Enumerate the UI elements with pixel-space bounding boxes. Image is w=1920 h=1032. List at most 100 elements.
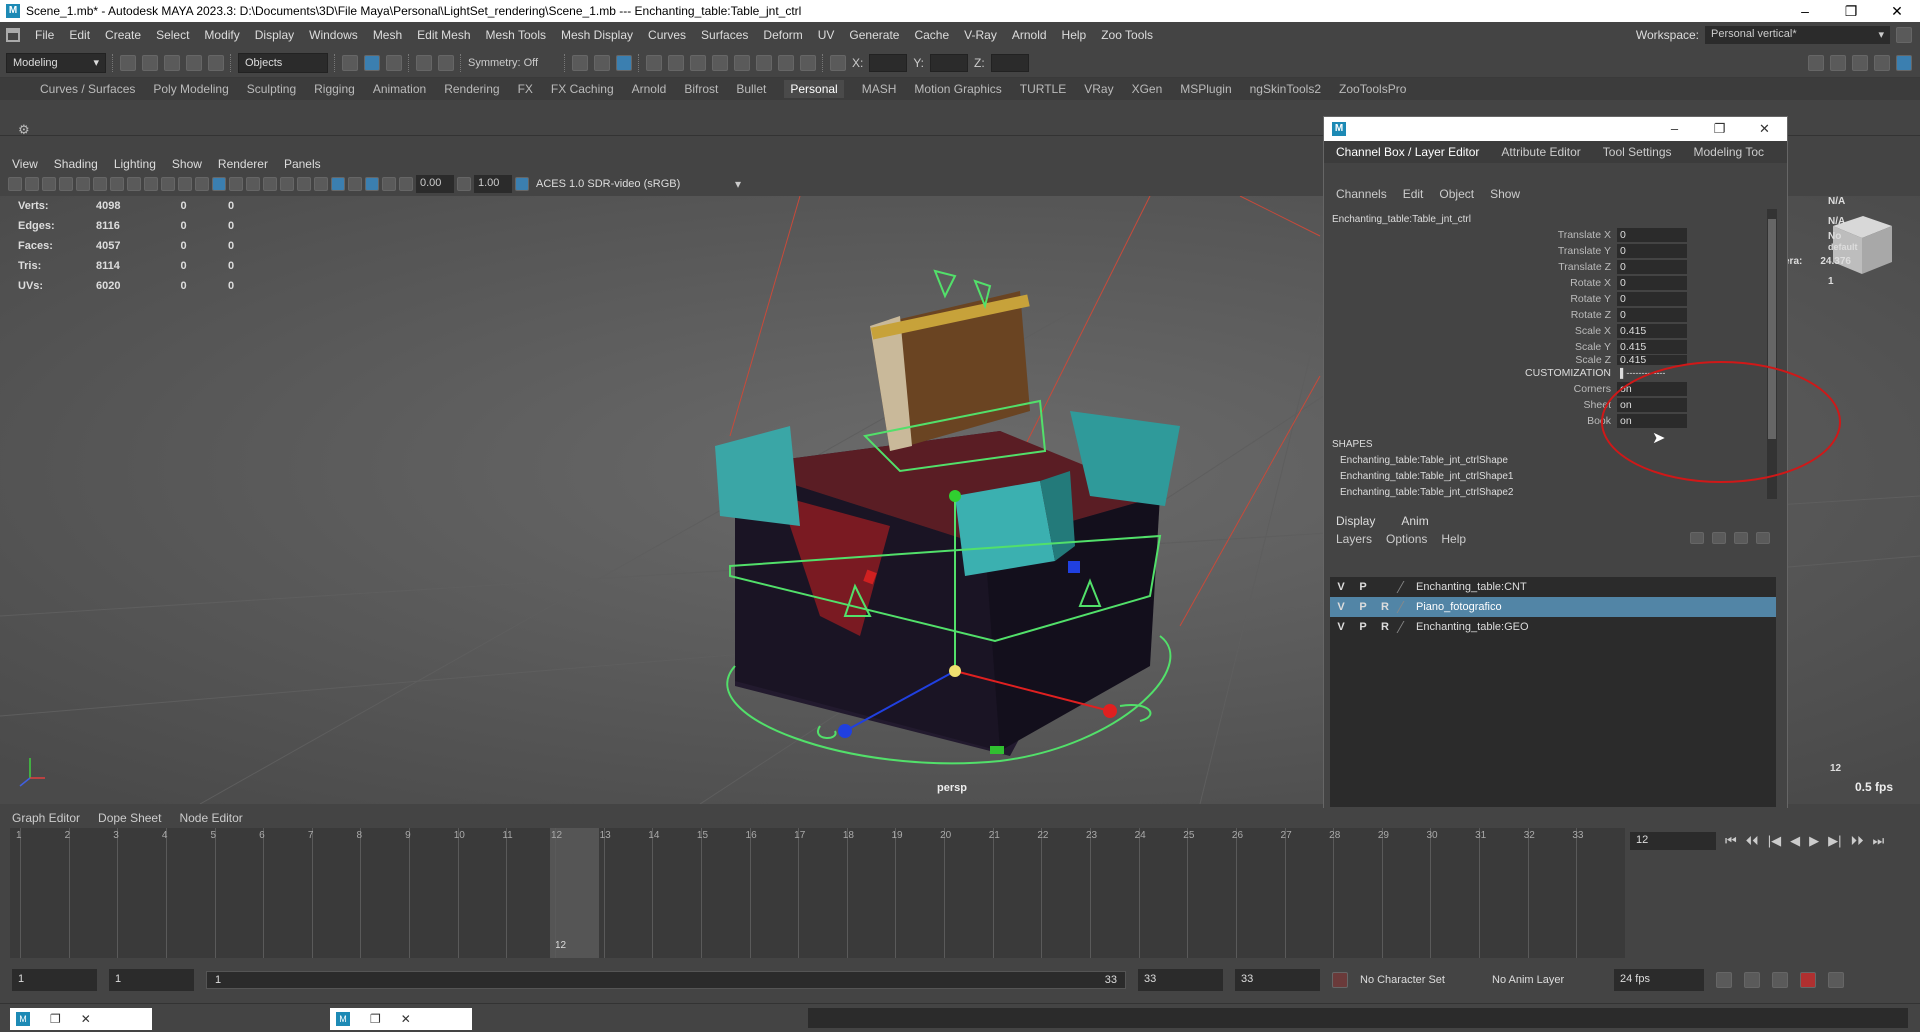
go-to-end-button[interactable]: ⏭ (1872, 833, 1884, 849)
motion-blur-icon[interactable] (314, 177, 328, 191)
shelf-tab-bifrost[interactable]: Bifrost (684, 82, 718, 96)
layer-display-type-toggle[interactable]: R (1374, 601, 1396, 613)
menu-edit-mesh[interactable]: Edit Mesh (417, 28, 470, 42)
color-management-icon[interactable] (515, 177, 529, 191)
timeline-tick[interactable]: 27 (1281, 828, 1292, 958)
tab-display-layers[interactable]: Display (1336, 514, 1375, 528)
auto-key-icon[interactable] (1332, 972, 1348, 988)
shelf-tab-animation[interactable]: Animation (373, 82, 426, 96)
maximize-button[interactable]: ❐ (1697, 121, 1742, 137)
menu-help[interactable]: Help (1441, 532, 1466, 546)
tab-modeling-toolkit[interactable]: Modeling Toc (1694, 145, 1765, 159)
shelf-tab-fx-caching[interactable]: FX Caching (551, 82, 614, 96)
current-frame-input[interactable]: 12 (1630, 832, 1716, 850)
character-set-dropdown[interactable]: No Character Set (1360, 974, 1480, 986)
viewport-menu-renderer[interactable]: Renderer (218, 157, 268, 171)
shape-item[interactable]: Enchanting_table:Table_jnt_ctrlShape (1332, 453, 1513, 469)
move-layer-down-icon[interactable] (1712, 532, 1727, 544)
close-button[interactable]: ✕ (1874, 3, 1920, 20)
shelf-tab-turtle[interactable]: TURTLE (1020, 82, 1066, 96)
menu-show[interactable]: Show (1490, 187, 1520, 201)
bookmark-icon[interactable] (42, 177, 56, 191)
menu-curves[interactable]: Curves (648, 28, 686, 42)
menu-windows[interactable]: Windows (309, 28, 358, 42)
snap-curve-icon[interactable] (438, 54, 454, 71)
attribute-value[interactable]: 0 (1617, 292, 1687, 306)
menu-vray[interactable]: V-Ray (964, 28, 997, 42)
timeline-tick[interactable]: 11 (502, 828, 513, 958)
menu-display[interactable]: Display (255, 28, 294, 42)
start-time-input[interactable]: 1 (12, 969, 97, 991)
gamma-input[interactable]: 1.00 (474, 175, 512, 193)
timeline-tick[interactable]: 5 (211, 828, 216, 958)
tab-tool-settings[interactable]: Tool Settings (1603, 145, 1672, 159)
field-chart-icon[interactable] (144, 177, 158, 191)
tab-channel-box[interactable]: Channel Box / Layer Editor (1336, 145, 1479, 159)
modeling-toolkit-icon[interactable] (1808, 54, 1824, 71)
menu-cache[interactable]: Cache (914, 28, 949, 42)
menu-object[interactable]: Object (1439, 187, 1474, 201)
gate-mask-icon[interactable] (127, 177, 141, 191)
step-back-key-button[interactable]: ⏴⏴ (1746, 833, 1759, 849)
textured-icon[interactable] (246, 177, 260, 191)
shelf-tab-personal[interactable]: Personal (784, 80, 844, 98)
menu-zoo-tools[interactable]: Zoo Tools (1101, 28, 1153, 42)
minimize-button[interactable]: – (1782, 3, 1828, 20)
gamma-icon[interactable] (457, 177, 471, 191)
layer-visibility-toggle[interactable]: V (1330, 621, 1352, 633)
timeline-tick[interactable]: 23 (1086, 828, 1097, 958)
menu-surfaces[interactable]: Surfaces (701, 28, 748, 42)
ipr-render-icon[interactable] (690, 54, 706, 71)
shelf-tab-rigging[interactable]: Rigging (314, 82, 355, 96)
menu-mesh-tools[interactable]: Mesh Tools (486, 28, 546, 42)
safe-action-icon[interactable] (161, 177, 175, 191)
viewport-menu-shading[interactable]: Shading (54, 157, 98, 171)
timeline-tick[interactable]: 26 (1232, 828, 1243, 958)
construction-history-icon[interactable] (616, 54, 632, 71)
menu-create[interactable]: Create (105, 28, 141, 42)
ambient-occlusion-icon[interactable] (297, 177, 311, 191)
workspace-dropdown[interactable]: Personal vertical* ▾ (1705, 26, 1890, 44)
timeline-tick[interactable]: 8 (356, 828, 362, 958)
shelf-tab-ngskintools2[interactable]: ngSkinTools2 (1250, 82, 1321, 96)
y-input[interactable] (930, 53, 969, 72)
maximize-button[interactable]: ❐ (1828, 3, 1874, 20)
range-slider[interactable]: 1 33 (206, 971, 1126, 989)
layer-name[interactable]: Piano_fotografico (1416, 601, 1676, 613)
shelf-tab-curves-surfaces[interactable]: Curves / Surfaces (40, 82, 135, 96)
tab-anim-layers[interactable]: Anim (1401, 514, 1428, 528)
shelf-tab-bullet[interactable]: Bullet (736, 82, 766, 96)
tool-settings-icon[interactable] (1852, 54, 1868, 71)
new-layer-icon[interactable] (1734, 532, 1749, 544)
timeline-tick[interactable]: 6 (259, 828, 265, 958)
timeline-tick[interactable]: 1 (16, 828, 22, 958)
attribute-row[interactable]: Scale X 0.415 (1524, 323, 1764, 339)
timeline-tick[interactable]: 24 (1135, 828, 1146, 958)
redo-icon[interactable] (208, 54, 224, 71)
snap-grid-icon[interactable] (416, 54, 432, 71)
attribute-value[interactable]: 0 (1617, 228, 1687, 242)
timeline-tick[interactable]: 25 (1183, 828, 1194, 958)
layer-display-type-toggle[interactable]: R (1374, 621, 1396, 633)
attribute-value[interactable]: 0.415 (1617, 324, 1687, 338)
attribute-value[interactable]: 0 (1617, 260, 1687, 274)
undo-icon[interactable] (186, 54, 202, 71)
timeline-tick[interactable]: 10 (454, 828, 465, 958)
lock-icon[interactable] (1896, 27, 1912, 43)
timeline-tick[interactable]: 4 (162, 828, 167, 958)
lasso-tool-icon[interactable] (364, 54, 380, 71)
tab-graph-editor[interactable]: Graph Editor (12, 811, 80, 825)
history-icon[interactable] (572, 54, 588, 71)
layer-visibility-toggle[interactable]: V (1330, 601, 1352, 613)
attribute-row[interactable]: Rotate Z 0 (1524, 307, 1764, 323)
timeline-tick[interactable]: 33 (1572, 828, 1583, 958)
select-tool-icon[interactable] (342, 54, 358, 71)
tab-attribute-editor[interactable]: Attribute Editor (1501, 145, 1580, 159)
timeline-tick[interactable]: 9 (405, 828, 411, 958)
shape-item[interactable]: Enchanting_table:Table_jnt_ctrlShape2 (1332, 485, 1513, 501)
attribute-value[interactable]: 0.415 (1617, 340, 1687, 354)
fps-dropdown[interactable]: 24 fps (1614, 969, 1704, 991)
minimized-window[interactable]: M ❐ ✕ (330, 1008, 472, 1030)
menu-deform[interactable]: Deform (763, 28, 802, 42)
menu-mesh-display[interactable]: Mesh Display (561, 28, 633, 42)
